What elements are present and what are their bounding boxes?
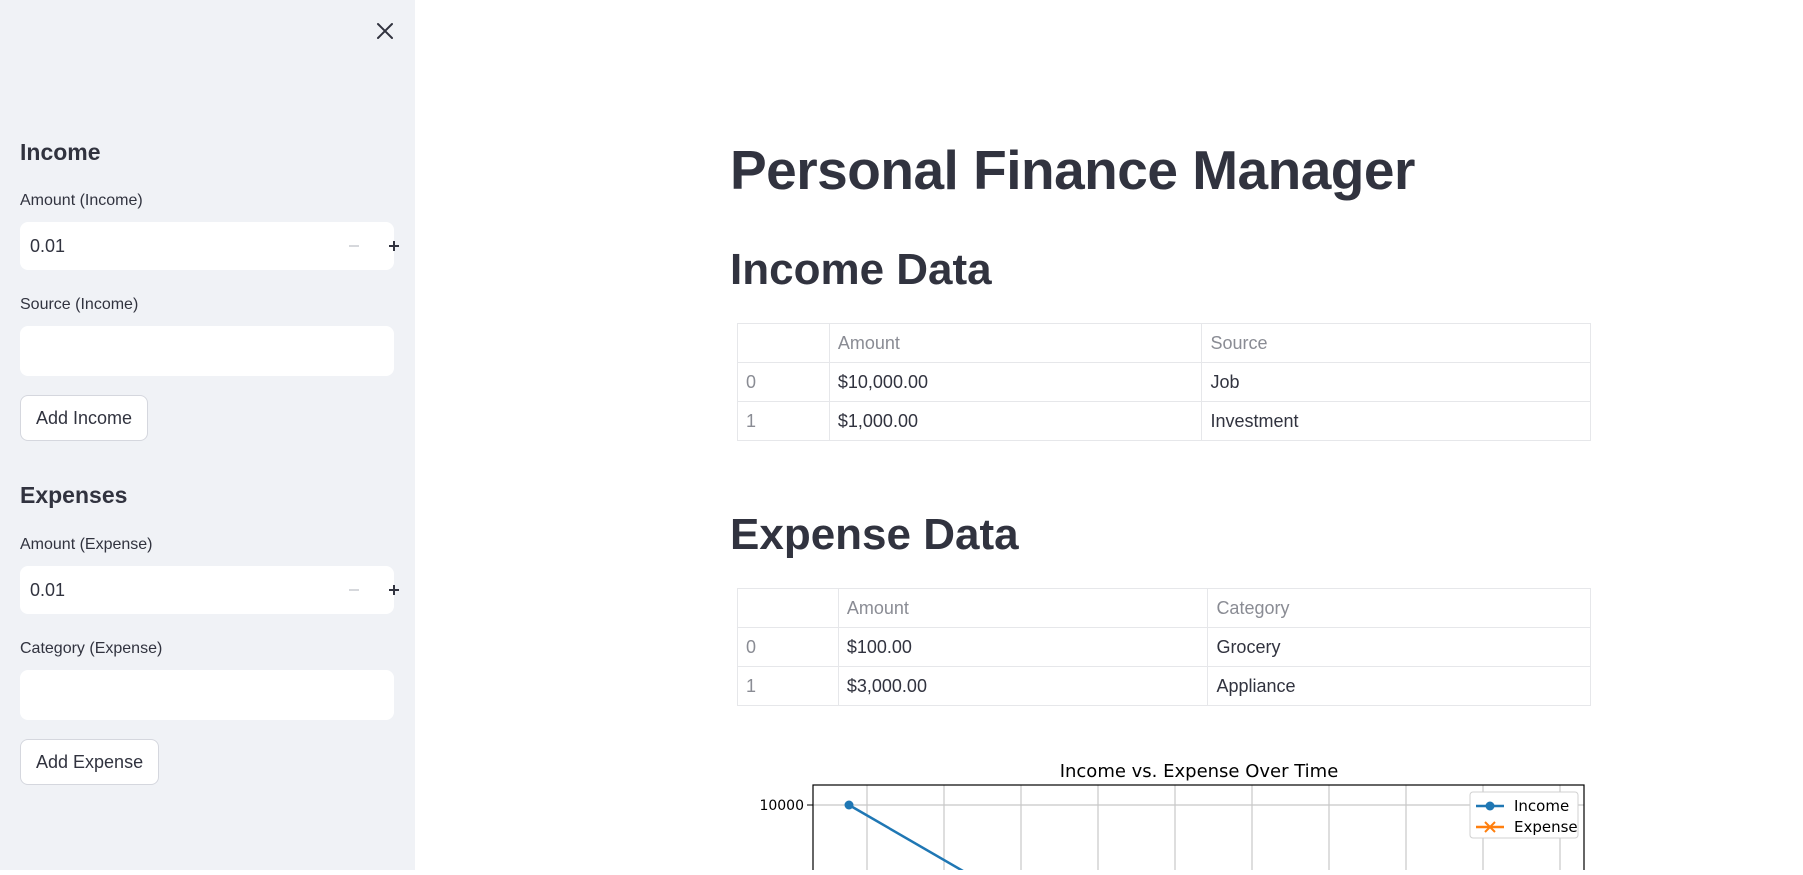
column-header: Category (1207, 588, 1591, 628)
row-index: 1 (737, 401, 830, 441)
category-cell: Appliance (1207, 666, 1591, 706)
chart-legend: Income Expense (1469, 791, 1579, 839)
expense-amount-label: Amount (Expense) (20, 536, 153, 553)
income-amount-input[interactable]: 0.01 (20, 222, 399, 270)
table-header-row: Amount Source (737, 323, 1591, 363)
expense-amount-input[interactable]: 0.01 (20, 566, 399, 614)
expenses-heading: Expenses (20, 482, 128, 508)
row-index: 1 (737, 666, 839, 706)
income-increment-button[interactable] (374, 222, 414, 270)
expense-table: Amount Category 0 $100.00 Grocery 1 $3,0… (737, 588, 1591, 706)
close-icon (377, 23, 393, 39)
income-point (844, 800, 854, 810)
income-heading: Income (20, 139, 101, 165)
page-title: Personal Finance Manager (730, 139, 1415, 201)
source-cell: Investment (1201, 401, 1591, 441)
amount-cell: $1,000.00 (828, 401, 1203, 441)
amount-cell: $10,000.00 (828, 362, 1203, 402)
row-index: 0 (737, 627, 839, 667)
expense-data-title: Expense Data (730, 510, 1019, 559)
minus-icon (349, 589, 359, 591)
add-expense-button[interactable]: Add Expense (20, 739, 160, 785)
plot-frame (812, 784, 1585, 875)
column-header: Amount (828, 323, 1203, 363)
legend-label-expense: Expense (1514, 818, 1578, 836)
income-amount-label: Amount (Income) (20, 192, 143, 209)
minus-icon (349, 245, 359, 247)
amount-cell: $3,000.00 (837, 666, 1209, 706)
column-header: Source (1201, 323, 1591, 363)
expense-decrement-button[interactable] (334, 566, 374, 614)
row-index: 0 (737, 362, 830, 402)
sidebar: Income Amount (Income) 0.01 Source (Inco… (0, 0, 415, 870)
table-header-row: Amount Category (737, 588, 1591, 628)
expense-category-label: Category (Expense) (20, 640, 163, 657)
income-source-input[interactable] (20, 326, 394, 376)
legend-income-marker (1485, 801, 1495, 811)
column-header (737, 323, 830, 363)
plus-icon (389, 241, 399, 251)
income-table: Amount Source 0 $10,000.00 Job 1 $1,000.… (737, 323, 1591, 441)
income-data-title: Income Data (730, 245, 992, 294)
y-tick-label: 10000 (759, 798, 804, 814)
expense-amount-value[interactable]: 0.01 (30, 566, 65, 614)
expense-category-input[interactable] (20, 670, 394, 720)
income-amount-value[interactable]: 0.01 (30, 222, 65, 270)
close-sidebar-button[interactable] (370, 16, 400, 46)
table-row: 0 $10,000.00 Job (737, 362, 1591, 402)
category-cell: Grocery (1207, 627, 1591, 667)
table-row: 0 $100.00 Grocery (737, 627, 1591, 667)
expense-increment-button[interactable] (374, 566, 414, 614)
plus-icon (389, 585, 399, 595)
legend-label-income: Income (1514, 797, 1569, 815)
chart-title: Income vs. Expense Over Time (1060, 761, 1339, 782)
chart-grid (813, 785, 1584, 875)
income-source-label: Source (Income) (20, 296, 139, 313)
table-row: 1 $1,000.00 Investment (737, 401, 1591, 441)
column-header (737, 588, 839, 628)
series-layer (844, 800, 973, 875)
amount-cell: $100.00 (837, 627, 1209, 667)
source-cell: Job (1201, 362, 1591, 402)
chart-svg: Income vs. Expense Over Time 10000 Incom… (759, 761, 1585, 875)
y-axis: 10000 (759, 798, 813, 814)
add-income-button[interactable]: Add Income (20, 395, 149, 441)
income-decrement-button[interactable] (334, 222, 374, 270)
income-expense-chart: Income vs. Expense Over Time 10000 Incom… (737, 755, 1597, 875)
column-header: Amount (837, 588, 1209, 628)
table-row: 1 $3,000.00 Appliance (737, 666, 1591, 706)
